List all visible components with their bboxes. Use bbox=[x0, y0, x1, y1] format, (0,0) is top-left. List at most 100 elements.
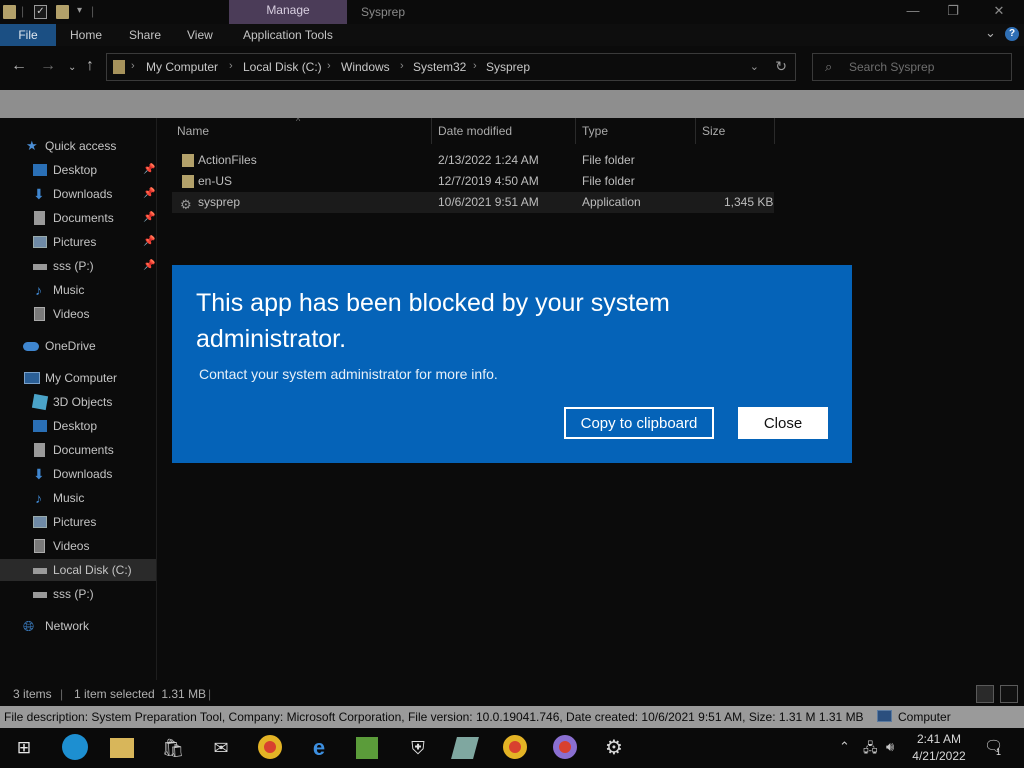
pictures-icon bbox=[33, 516, 47, 528]
column-header-size[interactable]: Size bbox=[702, 124, 725, 138]
sort-ascending-icon: ^ bbox=[296, 116, 301, 126]
recent-locations-chevron-icon[interactable]: ⌄ bbox=[68, 60, 76, 76]
tab-application-tools[interactable]: Application Tools bbox=[243, 24, 333, 46]
copy-to-clipboard-button[interactable]: Copy to clipboard bbox=[564, 407, 714, 439]
large-icons-view-icon[interactable] bbox=[1000, 685, 1018, 703]
up-arrow-icon[interactable]: ↑ bbox=[86, 58, 94, 74]
settings-gear-icon[interactable]: ⚙ bbox=[601, 736, 627, 760]
sidebar-item-local-disk[interactable]: Local Disk (C:) bbox=[0, 559, 156, 581]
sidebar-item-music-pc[interactable]: ♪ Music bbox=[0, 487, 156, 509]
sidebar-item-videos-pc[interactable]: Videos bbox=[0, 535, 156, 557]
sidebar-item-label: Documents bbox=[53, 443, 114, 457]
refresh-icon[interactable]: ↻ bbox=[775, 58, 787, 75]
sidebar-item-pictures-pc[interactable]: Pictures bbox=[0, 511, 156, 533]
forward-arrow-icon[interactable]: → bbox=[40, 58, 56, 74]
close-button[interactable]: Close bbox=[738, 407, 828, 439]
tab-manage[interactable]: Manage bbox=[229, 0, 347, 24]
tab-view[interactable]: View bbox=[187, 24, 213, 46]
sidebar-item-videos[interactable]: Videos bbox=[0, 303, 156, 325]
tab-share[interactable]: Share bbox=[129, 24, 161, 46]
breadcrumb-system32[interactable]: System32 bbox=[413, 60, 466, 74]
column-divider[interactable] bbox=[431, 118, 432, 144]
column-divider[interactable] bbox=[695, 118, 696, 144]
sidebar-item-documents-pc[interactable]: Documents bbox=[0, 439, 156, 461]
network-status-icon[interactable]: 🖧︎ bbox=[863, 739, 878, 761]
chevron-right-icon[interactable]: › bbox=[400, 60, 404, 72]
breadcrumb-sysprep[interactable]: Sysprep bbox=[486, 60, 530, 74]
file-name: en-US bbox=[198, 174, 233, 188]
music-icon: ♪ bbox=[35, 490, 42, 506]
tab-file[interactable]: File bbox=[0, 24, 56, 46]
windows-start-icon[interactable]: ⊞ bbox=[11, 736, 37, 760]
sidebar-item-downloads-pc[interactable]: ⬇ Downloads bbox=[0, 463, 156, 485]
sidebar-item-desktop[interactable]: Desktop 📌 bbox=[0, 159, 156, 181]
chrome-icon[interactable] bbox=[258, 735, 282, 759]
search-input[interactable] bbox=[849, 59, 1004, 75]
shield-icon[interactable]: ⛨ bbox=[405, 736, 431, 760]
spreadsheet-app-icon[interactable] bbox=[356, 737, 378, 759]
breadcrumb-windows[interactable]: Windows bbox=[341, 60, 390, 74]
sidebar-item-desktop-pc[interactable]: Desktop bbox=[0, 415, 156, 437]
column-divider[interactable] bbox=[575, 118, 576, 144]
restore-button[interactable]: ❐ bbox=[938, 2, 968, 20]
sidebar-item-sss-drive[interactable]: sss (P:) 📌 bbox=[0, 255, 156, 277]
pin-icon[interactable]: 📌 bbox=[143, 183, 155, 205]
sidebar-item-my-computer[interactable]: My Computer bbox=[0, 367, 156, 389]
sidebar-item-label: Network bbox=[45, 619, 90, 633]
sidebar-item-quick-access[interactable]: ★ Quick access bbox=[0, 135, 156, 157]
pin-icon[interactable]: 📌 bbox=[143, 231, 155, 253]
mail-icon[interactable]: ✉ bbox=[208, 736, 234, 760]
file-row-actionfiles[interactable]: ActionFiles 2/13/2022 1:24 AM File folde… bbox=[172, 150, 774, 171]
sidebar-item-onedrive[interactable]: OneDrive bbox=[0, 335, 156, 357]
store-icon[interactable]: 🛍︎ bbox=[160, 736, 186, 760]
chevron-up-icon[interactable]: ⌃ bbox=[839, 739, 850, 755]
breadcrumb-local-disk[interactable]: Local Disk (C:) bbox=[243, 60, 322, 74]
pin-icon[interactable]: 📌 bbox=[143, 255, 155, 277]
column-header-type[interactable]: Type bbox=[582, 124, 608, 138]
file-row-en-us[interactable]: en-US 12/7/2019 4:50 AM File folder bbox=[172, 171, 774, 192]
sidebar-item-downloads[interactable]: ⬇ Downloads 📌 bbox=[0, 183, 156, 205]
clock-time[interactable]: 2:41 AM bbox=[914, 732, 964, 746]
file-explorer-icon[interactable] bbox=[110, 738, 134, 758]
edge-browser-icon[interactable] bbox=[62, 734, 88, 760]
internet-explorer-icon[interactable]: e bbox=[306, 736, 332, 760]
file-description-bar: File description: System Preparation Too… bbox=[0, 706, 1024, 728]
pin-icon[interactable]: 📌 bbox=[143, 159, 155, 181]
chevron-right-icon[interactable]: › bbox=[473, 60, 477, 72]
sidebar-item-3d-objects[interactable]: 3D Objects bbox=[0, 391, 156, 413]
volume-icon[interactable]: 🔊︎ bbox=[886, 739, 894, 755]
pin-icon[interactable]: 📌 bbox=[143, 207, 155, 229]
column-header-date-modified[interactable]: Date modified bbox=[438, 124, 512, 138]
column-header-name[interactable]: Name bbox=[177, 124, 209, 138]
notes-app-icon[interactable] bbox=[451, 737, 479, 759]
chrome-icon[interactable] bbox=[503, 735, 527, 759]
sidebar-item-sss-drive-pc[interactable]: sss (P:) bbox=[0, 583, 156, 605]
details-view-icon[interactable] bbox=[976, 685, 994, 703]
chrome-profile-icon[interactable] bbox=[553, 735, 577, 759]
address-history-chevron-icon[interactable]: ⌄ bbox=[750, 60, 759, 73]
expand-ribbon-icon[interactable]: ⌄ bbox=[985, 25, 996, 41]
customize-quick-access-icon[interactable]: ▾ bbox=[77, 5, 82, 16]
sidebar-item-network[interactable]: 🌐︎ Network bbox=[0, 615, 156, 637]
file-description-text: File description: System Preparation Too… bbox=[4, 710, 864, 724]
tab-home[interactable]: Home bbox=[70, 24, 102, 46]
column-divider[interactable] bbox=[774, 118, 775, 144]
address-bar[interactable]: › My Computer › Local Disk (C:) › Window… bbox=[106, 53, 796, 81]
file-row-sysprep[interactable]: ⚙ sysprep 10/6/2021 9:51 AM Application … bbox=[172, 192, 774, 213]
breadcrumb-my-computer[interactable]: My Computer bbox=[146, 60, 218, 74]
sidebar-item-documents[interactable]: Documents 📌 bbox=[0, 207, 156, 229]
sidebar-item-music[interactable]: ♪ Music bbox=[0, 279, 156, 301]
folder-icon bbox=[182, 154, 194, 167]
chevron-right-icon[interactable]: › bbox=[327, 60, 331, 72]
chevron-right-icon[interactable]: › bbox=[131, 60, 135, 72]
sidebar-item-pictures[interactable]: Pictures 📌 bbox=[0, 231, 156, 253]
minimize-button[interactable]: — bbox=[898, 2, 928, 20]
help-icon[interactable]: ? bbox=[1005, 27, 1019, 41]
back-arrow-icon[interactable]: ← bbox=[11, 58, 27, 74]
close-window-button[interactable]: ✕ bbox=[984, 2, 1014, 20]
search-box[interactable]: ⌕ bbox=[812, 53, 1012, 81]
properties-icon[interactable]: ✓ bbox=[34, 5, 47, 19]
new-folder-icon[interactable] bbox=[56, 5, 69, 19]
chevron-right-icon[interactable]: › bbox=[229, 60, 233, 72]
clock-date[interactable]: 4/21/2022 bbox=[906, 749, 972, 763]
